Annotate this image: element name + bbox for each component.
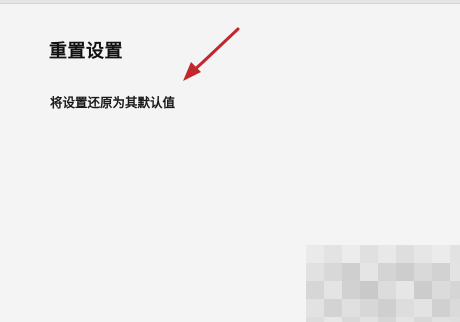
restore-defaults-link[interactable]: 将设置还原为其默认值 — [50, 92, 175, 111]
section-title-reset-settings: 重置设置 — [49, 41, 123, 62]
pixelated-watermark — [306, 245, 460, 322]
